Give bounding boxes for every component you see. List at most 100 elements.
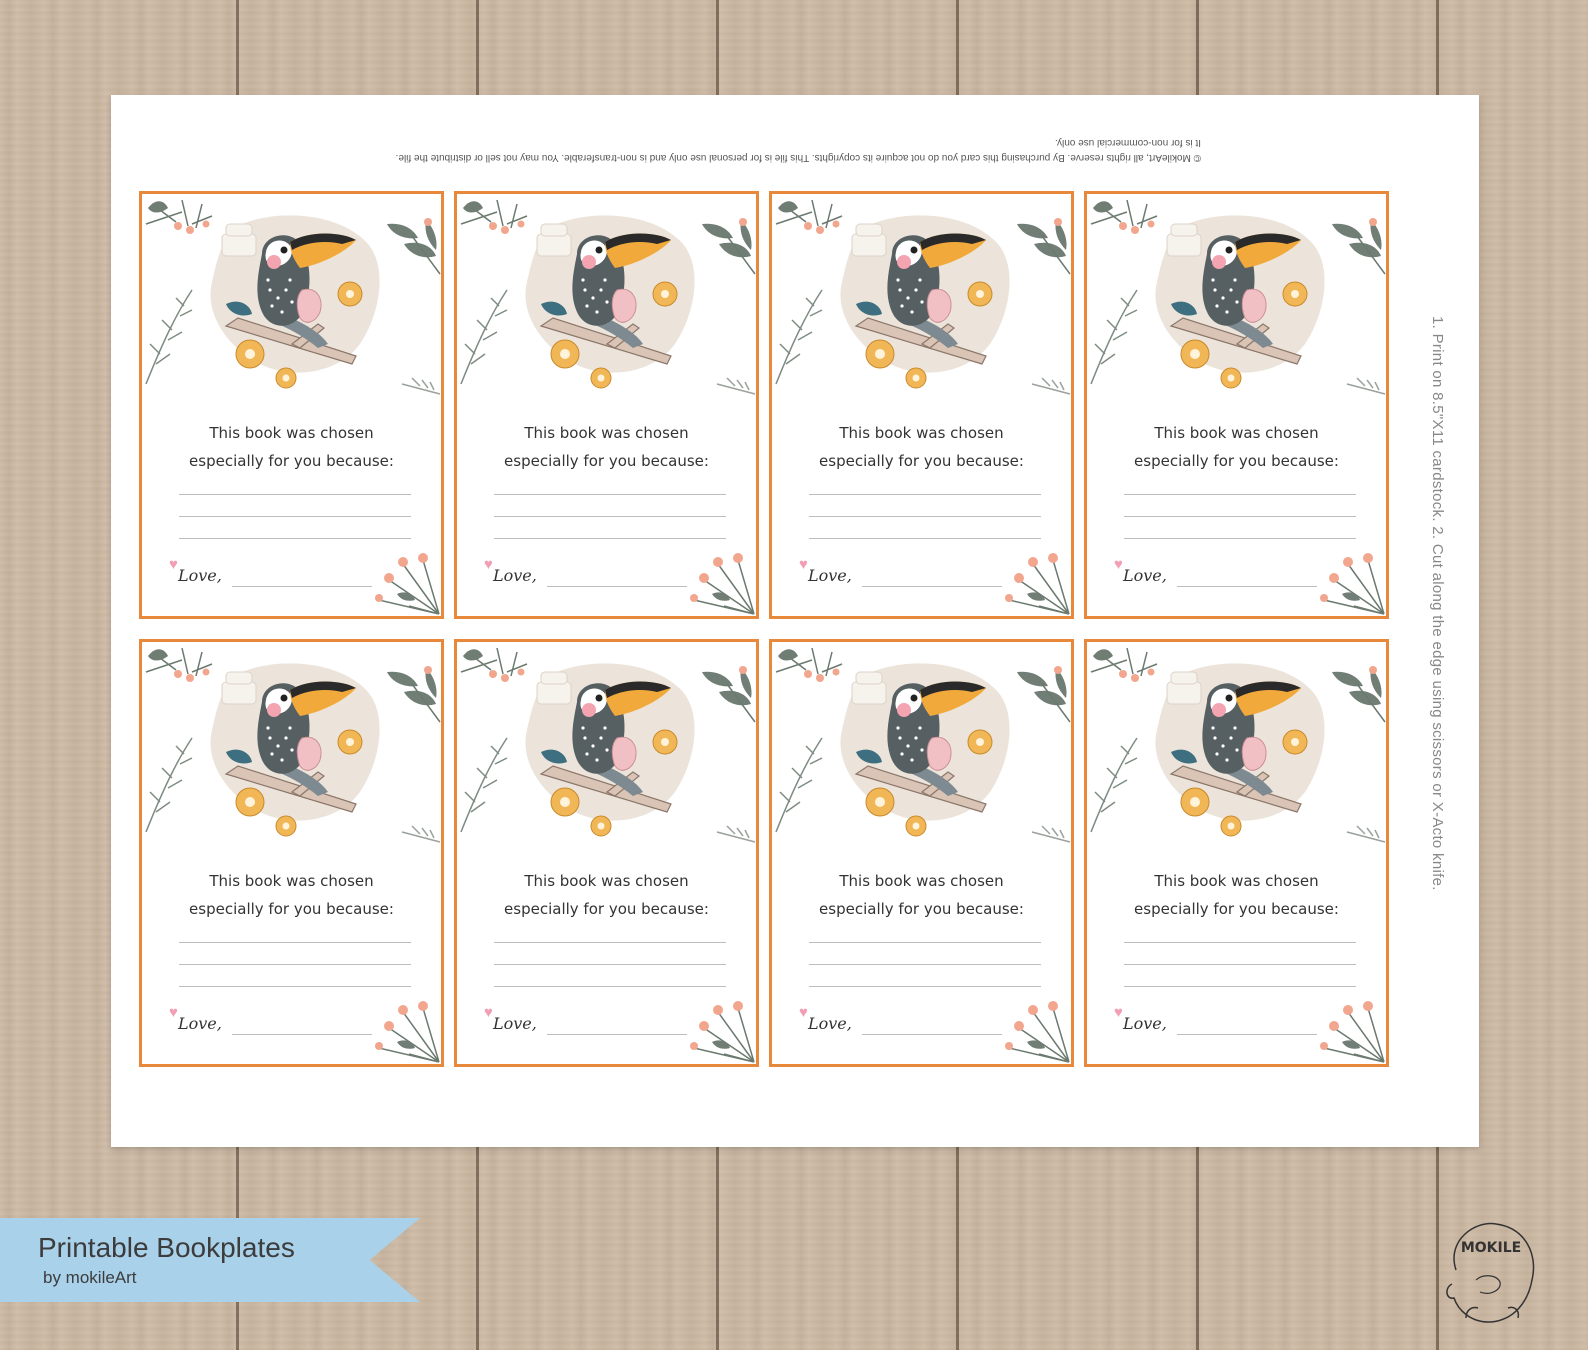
leaf-vine-left [145,289,193,385]
toucan-illustration [1090,647,1386,843]
card-prompt-line-2: especially for you because: [504,900,709,918]
write-line-3 [179,986,411,987]
toucan-illustration [145,199,441,395]
write-line-1 [494,942,726,943]
floral-corner-bottom-right [375,553,440,615]
toucan-illustration [1090,199,1386,395]
card-prompt-line-1: This book was chosen [524,872,689,890]
love-label: Love, [808,566,852,585]
heart-icon: ♥ [169,1004,178,1021]
write-line-3 [494,986,726,987]
bookplate-card-2: This book was chosen especially for you … [454,191,759,619]
write-line-3 [494,538,726,539]
toucan-wing [611,288,637,323]
write-line-2 [1124,964,1356,965]
sprig-right [401,377,441,395]
card-prompt-line-2: especially for you because: [504,452,709,470]
heart-icon: ♥ [799,556,808,573]
write-line-3 [1124,538,1356,539]
sprig-right [1031,377,1071,395]
bookplate-card-3: This book was chosen especially for you … [769,191,1074,619]
love-label: Love, [1123,1014,1167,1033]
write-line-1 [179,494,411,495]
card-prompt-line-1: This book was chosen [839,872,1004,890]
write-line-2 [494,964,726,965]
write-line-1 [1124,494,1356,495]
signature-line [1177,586,1317,587]
write-line-2 [179,964,411,965]
toucan-illustration [460,647,756,843]
banner-title: Printable Bookplates [38,1232,295,1263]
leaf-vine-left [1090,289,1138,385]
mokile-logo: MOKILE [1446,1222,1535,1323]
card-prompt-line-1: This book was chosen [209,872,374,890]
leaf-vine-left [460,289,508,385]
copyright-notice: © MokileArt, all rights reserve. By purc… [141,135,1201,165]
floral-corner-bottom-right [375,1001,440,1063]
card-prompt-line-2: especially for you because: [819,452,1024,470]
toucan-wing [926,288,952,323]
write-line-1 [1124,942,1356,943]
sprig-right [1346,825,1386,843]
write-line-2 [494,516,726,517]
leaf-vine-left [1090,737,1138,833]
write-line-1 [809,494,1041,495]
toucan-illustration [145,647,441,843]
love-label: Love, [493,566,537,585]
signature-line [1177,1034,1317,1035]
leaf-vine-left [775,289,823,385]
signature-line [232,1034,372,1035]
bookplate-card-4: This book was chosen especially for you … [1084,191,1389,619]
love-label: Love, [178,1014,222,1033]
write-line-3 [809,986,1041,987]
title-banner: Printable Bookplates by mokileArt [0,1218,420,1302]
write-line-2 [809,964,1041,965]
bookplate-card-5: This book was chosen especially for you … [139,639,444,1067]
card-prompt-line-2: especially for you because: [189,900,394,918]
write-line-2 [179,516,411,517]
card-prompt-line-1: This book was chosen [209,424,374,442]
floral-corner-bottom-right [1005,553,1070,615]
signature-line [232,586,372,587]
signature-line [547,586,687,587]
card-prompt-line-2: especially for you because: [1134,452,1339,470]
heart-icon: ♥ [799,1004,808,1021]
signature-line [862,1034,1002,1035]
sprig-right [716,377,756,395]
sprig-right [1031,825,1071,843]
love-label: Love, [808,1014,852,1033]
heart-icon: ♥ [1114,556,1123,573]
card-prompt-line-1: This book was chosen [839,424,1004,442]
card-prompt-line-1: This book was chosen [1154,424,1319,442]
toucan-illustration [775,199,1071,395]
floral-corner-bottom-right [690,553,755,615]
love-label: Love, [493,1014,537,1033]
sprig-right [401,825,441,843]
copyright-line-1: © MokileArt, all rights reserve. By purc… [395,152,1201,163]
sprig-right [1346,377,1386,395]
heart-icon: ♥ [484,556,493,573]
floral-corner-bottom-right [1320,553,1385,615]
write-line-3 [809,538,1041,539]
bookplate-card-1: This book was chosen especially for you … [139,191,444,619]
toucan-illustration [775,647,1071,843]
toucan-wing [611,736,637,771]
write-line-3 [179,538,411,539]
print-instructions: 1. Print on 8.5"X11 cardstock. 2. Cut al… [1429,316,1446,891]
signature-line [862,586,1002,587]
signature-line [547,1034,687,1035]
write-line-3 [1124,986,1356,987]
heart-icon: ♥ [169,556,178,573]
write-line-2 [1124,516,1356,517]
heart-icon: ♥ [484,1004,493,1021]
card-prompt-line-2: especially for you because: [1134,900,1339,918]
love-label: Love, [178,566,222,585]
printable-sheet: © MokileArt, all rights reserve. By purc… [111,95,1479,1147]
write-line-1 [809,942,1041,943]
toucan-wing [1241,288,1267,323]
card-prompt-line-2: especially for you because: [819,900,1024,918]
card-prompt-line-1: This book was chosen [1154,872,1319,890]
write-line-1 [494,494,726,495]
floral-corner-bottom-right [690,1001,755,1063]
floral-corner-bottom-right [1005,1001,1070,1063]
